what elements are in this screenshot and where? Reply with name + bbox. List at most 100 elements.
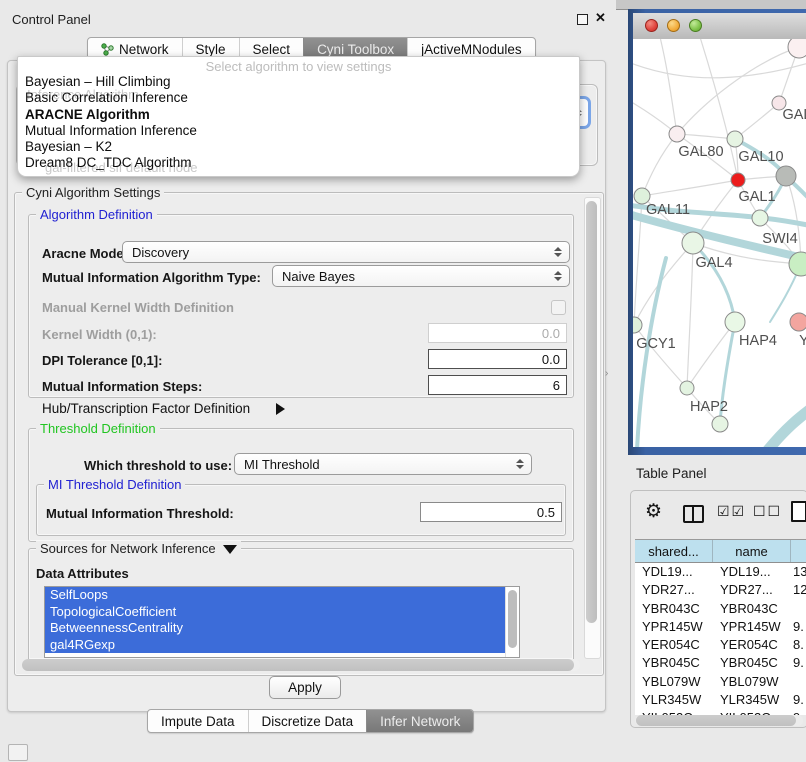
settings-vertical-scrollbar[interactable] <box>584 197 601 659</box>
close-icon[interactable]: ✕ <box>595 12 606 24</box>
attribute-item[interactable]: BetweennessCentrality <box>45 620 506 637</box>
network-node[interactable] <box>788 39 806 58</box>
minimize-traffic-light-icon[interactable] <box>667 19 680 32</box>
table-row[interactable]: YDL19...YDL19...13 <box>635 563 806 581</box>
close-traffic-light-icon[interactable] <box>645 19 658 32</box>
network-graph[interactable]: GALGAL80GAL10GAL1GAL11SWI4GAL4GCY1HAP4YH… <box>633 39 806 447</box>
algorithm-option[interactable]: Dream8 DC_TDC Algorithm <box>18 155 579 171</box>
table-horizontal-scrollbar-thumb[interactable] <box>636 715 796 726</box>
table-cell[interactable]: YPR145W <box>713 618 791 636</box>
mi-threshold-field[interactable]: 0.5 <box>420 502 562 522</box>
algorithm-option[interactable]: Bayesian – K2 <box>18 139 579 155</box>
table-cell[interactable] <box>791 600 806 618</box>
sources-title[interactable]: Sources for Network Inference <box>36 541 241 556</box>
hub-definition-label[interactable]: Hub/Transcription Factor Definition <box>42 401 250 416</box>
table-cell[interactable]: YBL079W <box>713 673 791 691</box>
table-column-header[interactable]: name <box>713 540 791 562</box>
table-cell[interactable]: YBR045C <box>635 654 713 672</box>
network-node[interactable] <box>712 416 728 432</box>
network-node[interactable] <box>669 126 685 142</box>
attributes-scrollbar-thumb[interactable] <box>508 590 517 648</box>
table-row[interactable]: YBR043CYBR043C <box>635 600 806 618</box>
network-node[interactable] <box>725 312 745 332</box>
network-node[interactable] <box>682 232 704 254</box>
attribute-item[interactable]: gal4RGexp <box>45 637 506 654</box>
network-edge[interactable] <box>637 258 666 447</box>
table-row[interactable]: YBR045CYBR045C9. <box>635 654 806 672</box>
table-cell[interactable]: YDL19... <box>635 563 713 581</box>
table-cell[interactable]: 9. <box>791 618 806 636</box>
table-cell[interactable]: YPR145W <box>635 618 713 636</box>
mi-steps-field[interactable]: 6 <box>428 375 567 395</box>
table-cell[interactable] <box>791 673 806 691</box>
network-edge[interactable] <box>768 408 806 447</box>
network-edge[interactable] <box>660 39 677 134</box>
aracne-mode-combo[interactable]: Discovery <box>122 241 570 263</box>
tab-impute-data[interactable]: Impute Data <box>148 710 248 732</box>
network-node[interactable] <box>731 173 745 187</box>
algorithm-option[interactable]: ARACNE Algorithm <box>18 107 579 123</box>
table-cell[interactable]: YBL079W <box>635 673 713 691</box>
network-node[interactable] <box>752 210 768 226</box>
dpi-tolerance-field[interactable]: 0.0 <box>428 349 567 369</box>
table-cell[interactable]: YDR27... <box>713 581 791 599</box>
splitter-handle[interactable]: › <box>605 368 608 379</box>
attributes-scrollbar[interactable] <box>505 587 519 657</box>
table-cell[interactable]: YER054C <box>713 636 791 654</box>
network-window-titlebar[interactable] <box>633 13 806 40</box>
network-edge[interactable] <box>642 180 738 196</box>
network-edge[interactable] <box>642 134 677 196</box>
hub-collapsed-arrow-icon[interactable] <box>276 403 285 415</box>
manual-kernel-width-checkbox[interactable] <box>551 300 566 315</box>
table-row[interactable]: YER054CYER054C8. <box>635 636 806 654</box>
table-row[interactable]: YPR145WYPR145W9. <box>635 618 806 636</box>
algorithm-option[interactable]: Mutual Information Inference <box>18 123 579 139</box>
dock-panel-icon[interactable] <box>8 744 28 761</box>
table-row[interactable]: YLR345WYLR345W9. <box>635 691 806 709</box>
network-edge[interactable] <box>634 243 693 325</box>
algorithm-option[interactable]: Basic Correlation Inference <box>18 90 579 106</box>
node-table[interactable]: shared...nameA YDL19...YDL19...13YDR27..… <box>635 539 806 715</box>
algorithm-option[interactable]: Bayesian – Hill Climbing <box>18 74 579 90</box>
table-cell[interactable]: YBR043C <box>713 600 791 618</box>
network-node[interactable] <box>633 317 642 333</box>
column-layout-icon[interactable] <box>683 505 704 523</box>
table-row[interactable]: YBL079WYBL079W <box>635 673 806 691</box>
table-cell[interactable]: YBR045C <box>713 654 791 672</box>
zoom-traffic-light-icon[interactable] <box>689 19 702 32</box>
select-all-checkboxes-icon[interactable]: ☑☑ <box>717 503 746 520</box>
network-edge[interactable] <box>633 325 634 416</box>
table-cell[interactable]: 13 <box>791 563 806 581</box>
table-horizontal-scrollbar[interactable] <box>635 715 803 726</box>
table-cell[interactable]: YLR345W <box>713 691 791 709</box>
network-node[interactable] <box>727 131 743 147</box>
mi-algorithm-type-combo[interactable]: Naive Bayes <box>272 265 570 287</box>
network-edge[interactable] <box>677 134 735 139</box>
table-column-header[interactable]: shared... <box>635 540 713 562</box>
network-view-window[interactable]: GALGAL80GAL10GAL1GAL11SWI4GAL4GCY1HAP4YH… <box>628 9 806 455</box>
table-cell[interactable]: YLR345W <box>635 691 713 709</box>
table-cell[interactable]: 9. <box>791 691 806 709</box>
table-cell[interactable]: YBR043C <box>635 600 713 618</box>
table-header-row[interactable]: shared...nameA <box>635 539 806 563</box>
settings-horizontal-scrollbar[interactable] <box>22 659 580 671</box>
network-node[interactable] <box>790 313 806 331</box>
table-cell[interactable]: YER054C <box>635 636 713 654</box>
network-canvas[interactable]: GALGAL80GAL10GAL1GAL11SWI4GAL4GCY1HAP4YH… <box>633 39 806 447</box>
table-cell[interactable]: YDR27... <box>635 581 713 599</box>
table-cell[interactable]: 8. <box>791 636 806 654</box>
attribute-item[interactable]: TopologicalCoefficient <box>45 604 506 621</box>
table-cell[interactable]: 12 <box>791 581 806 599</box>
deselect-all-checkboxes-icon[interactable]: ☐☐ <box>753 503 782 520</box>
attribute-item[interactable]: SelfLoops <box>45 587 506 604</box>
table-column-header[interactable]: A <box>791 540 806 562</box>
apply-button[interactable]: Apply <box>269 676 341 699</box>
table-cell[interactable]: YDL19... <box>713 563 791 581</box>
network-node[interactable] <box>776 166 796 186</box>
table-row[interactable]: YDR27...YDR27...12 <box>635 581 806 599</box>
settings-horizontal-scrollbar-thumb[interactable] <box>22 659 574 671</box>
tab-infer-network[interactable]: Infer Network <box>366 710 473 732</box>
kernel-width-field[interactable]: 0.0 <box>428 323 567 343</box>
document-icon[interactable] <box>791 501 806 522</box>
data-attributes-list[interactable]: SelfLoopsTopologicalCoefficientBetweenne… <box>44 586 520 658</box>
